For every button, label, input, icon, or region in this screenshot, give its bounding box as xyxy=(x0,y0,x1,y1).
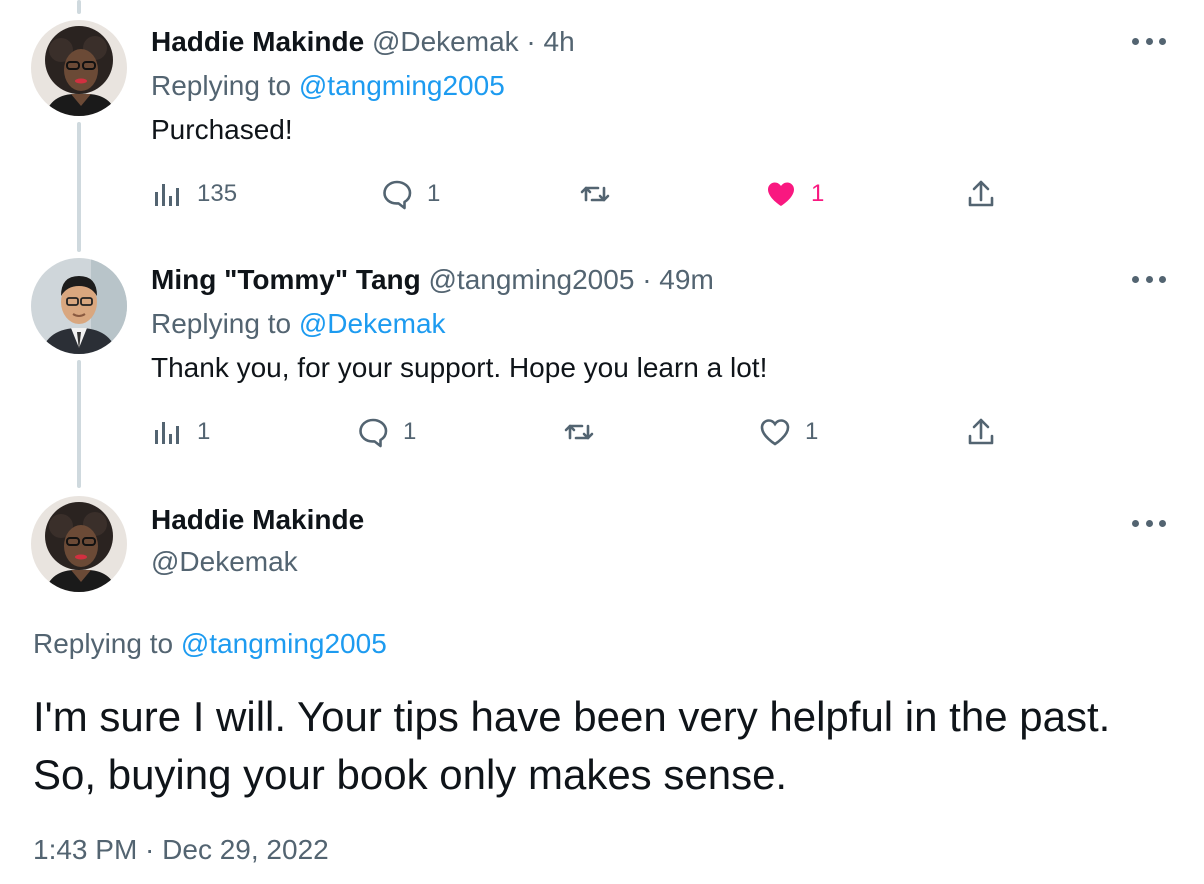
replying-to: Replying to @tangming2005 xyxy=(33,628,387,660)
display-name[interactable]: Haddie Makinde xyxy=(151,26,364,57)
share-icon xyxy=(968,418,994,445)
tweet-header: Ming "Tommy" Tang @tangming2005 · 49m xyxy=(151,264,714,296)
reply-icon xyxy=(359,418,388,448)
share-button[interactable] xyxy=(965,174,997,214)
user-handle[interactable]: @tangming2005 xyxy=(429,264,635,295)
replying-to: Replying to @Dekemak xyxy=(151,308,446,340)
retweet-icon xyxy=(580,186,610,202)
tweet-time[interactable]: 49m xyxy=(659,264,713,295)
more-options-icon[interactable] xyxy=(1132,518,1166,528)
mention-link[interactable]: @tangming2005 xyxy=(181,628,387,659)
like-count: 1 xyxy=(811,180,825,207)
replying-to-prefix: Replying to xyxy=(151,70,292,101)
profile-photo-woman-icon xyxy=(31,20,127,116)
user-handle[interactable]: @Dekemak xyxy=(372,26,519,57)
reply-count: 1 xyxy=(403,418,417,445)
avatar[interactable] xyxy=(31,496,127,592)
views-count: 135 xyxy=(197,180,238,207)
separator-dot: · xyxy=(642,264,652,295)
tweet-text: I'm sure I will. Your tips have been ver… xyxy=(33,693,1111,798)
like-button[interactable]: 1 xyxy=(759,412,818,452)
profile-photo-woman-icon xyxy=(31,496,127,592)
reply-button[interactable]: 1 xyxy=(357,412,416,452)
mention-link[interactable]: @Dekemak xyxy=(299,308,446,339)
display-name[interactable]: Haddie Makinde xyxy=(151,504,364,536)
tweet-actions: 1 1 1 xyxy=(151,412,1011,452)
views-button[interactable]: 135 xyxy=(151,174,237,214)
tweet-time[interactable]: 4h xyxy=(544,26,575,57)
tweet-actions: 135 1 1 xyxy=(151,174,1011,214)
analytics-icon xyxy=(155,422,179,444)
avatar[interactable] xyxy=(31,20,127,116)
reply-tweet-2[interactable]: Ming "Tommy" Tang @tangming2005 · 49m Re… xyxy=(0,240,1204,480)
replying-to-prefix: Replying to xyxy=(151,308,292,339)
retweet-button[interactable] xyxy=(563,412,609,452)
more-options-icon[interactable] xyxy=(1132,274,1166,284)
profile-photo-man-icon xyxy=(31,258,127,354)
focused-tweet xyxy=(0,480,1204,884)
heart-outline-icon xyxy=(760,419,790,446)
views-count: 1 xyxy=(197,418,211,445)
reply-count: 1 xyxy=(427,180,441,207)
display-name[interactable]: Ming "Tommy" Tang xyxy=(151,264,421,295)
replying-to: Replying to @tangming2005 xyxy=(151,70,505,102)
retweet-button[interactable] xyxy=(579,174,625,214)
analytics-icon xyxy=(155,184,179,206)
replying-to-prefix: Replying to xyxy=(33,628,174,659)
tweet-timestamp[interactable]: 1:43 PM · Dec 29, 2022 xyxy=(33,834,329,866)
more-options-icon[interactable] xyxy=(1132,36,1166,46)
retweet-icon xyxy=(564,424,594,440)
user-handle[interactable]: @Dekemak xyxy=(151,546,298,578)
avatar[interactable] xyxy=(31,258,127,354)
reply-icon xyxy=(383,180,412,210)
share-icon xyxy=(968,180,994,207)
mention-link[interactable]: @tangming2005 xyxy=(299,70,505,101)
like-button[interactable]: 1 xyxy=(765,174,824,214)
tweet-header: Haddie Makinde @Dekemak · 4h xyxy=(151,26,575,58)
reply-tweet-1[interactable]: Haddie Makinde @Dekemak · 4h Replying to… xyxy=(0,0,1204,240)
views-button[interactable]: 1 xyxy=(151,412,210,452)
like-count: 1 xyxy=(805,418,819,445)
separator-dot: · xyxy=(526,26,536,57)
tweet-text: Thank you, for your support. Hope you le… xyxy=(151,352,768,383)
heart-filled-icon xyxy=(768,182,794,206)
share-button[interactable] xyxy=(965,412,997,452)
reply-button[interactable]: 1 xyxy=(381,174,440,214)
tweet-text: Purchased! xyxy=(151,114,293,145)
